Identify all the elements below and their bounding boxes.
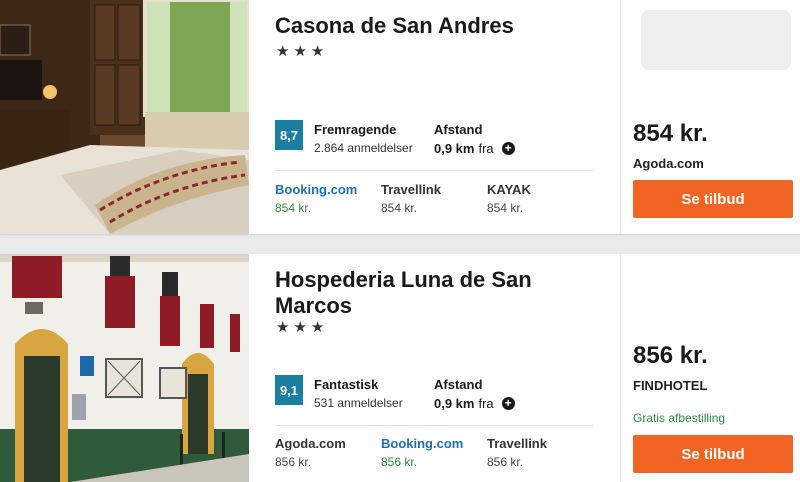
distance-label: Afstand <box>434 377 483 392</box>
rating-label: Fremragende <box>314 122 397 137</box>
price-panel: 856 kr. FINDHOTEL Gratis afbestilling Se… <box>621 254 800 482</box>
provider-price: 854 kr. <box>487 201 524 215</box>
price-panel: 854 kr. Agoda.com Se tilbud <box>621 0 800 234</box>
distance-value: 0,9 km fra + <box>434 141 515 156</box>
distance-value: 0,9 km fra + <box>434 396 515 411</box>
score-badge: 9,1 <box>275 375 303 405</box>
provider-name[interactable]: Agoda.com <box>275 436 375 451</box>
rating-label: Fantastisk <box>314 377 379 392</box>
provider-price: 854 kr. <box>381 201 418 215</box>
plus-circle-icon[interactable]: + <box>501 397 515 410</box>
provider-travellink[interactable]: Travellink 854 kr. <box>381 182 481 215</box>
provider-kayak[interactable]: KAYAK 854 kr. <box>487 182 587 215</box>
plus-circle-icon[interactable]: + <box>501 142 515 155</box>
see-offer-button[interactable]: Se tilbud <box>633 180 793 218</box>
hotel-card: Hospederia Luna de San Marcos ★★★ 9,1 Fa… <box>0 254 800 482</box>
free-cancellation-note: Gratis afbestilling <box>633 411 726 425</box>
provider-price: 856 kr. <box>381 455 418 469</box>
best-price: 856 kr. <box>633 342 708 369</box>
provider-price: 856 kr. <box>487 455 524 469</box>
hotel-info: Hospederia Luna de San Marcos ★★★ 9,1 Fa… <box>249 254 620 482</box>
hotel-room-photo[interactable] <box>0 0 249 234</box>
provider-booking[interactable]: Booking.com 854 kr. <box>275 182 375 215</box>
hotel-facade-photo[interactable] <box>0 254 249 482</box>
hotel-name[interactable]: Casona de San Andres <box>275 13 575 39</box>
provider-name[interactable]: Booking.com <box>381 436 481 451</box>
divider <box>275 170 593 171</box>
provider-agoda[interactable]: Agoda.com 856 kr. <box>275 436 375 469</box>
distance-label: Afstand <box>434 122 483 137</box>
star-rating: ★★★ <box>276 319 329 336</box>
divider <box>275 425 593 426</box>
hotel-card: Casona de San Andres ★★★ 8,7 Fremragende… <box>0 0 800 234</box>
distance-km: 0,9 km <box>434 396 475 411</box>
hotel-name[interactable]: Hospederia Luna de San Marcos <box>275 267 575 319</box>
provider-booking[interactable]: Booking.com 856 kr. <box>381 436 481 469</box>
review-count[interactable]: 2.864 anmeldelser <box>314 141 413 155</box>
provider-name[interactable]: Travellink <box>381 182 481 197</box>
provider-name[interactable]: Travellink <box>487 436 587 451</box>
provider-name[interactable]: Booking.com <box>275 182 375 197</box>
provider-name[interactable]: KAYAK <box>487 182 587 197</box>
distance-suffix: fra <box>478 396 494 411</box>
see-offer-button[interactable]: Se tilbud <box>633 435 793 473</box>
review-count[interactable]: 531 anmeldelser <box>314 396 403 410</box>
best-price-source: FINDHOTEL <box>633 378 708 393</box>
best-price: 854 kr. <box>633 120 708 147</box>
distance-suffix: fra <box>478 141 494 156</box>
provider-price: 854 kr. <box>275 201 312 215</box>
provider-travellink[interactable]: Travellink 856 kr. <box>487 436 587 469</box>
star-rating: ★★★ <box>276 43 329 60</box>
distance-km: 0,9 km <box>434 141 475 156</box>
hotel-info: Casona de San Andres ★★★ 8,7 Fremragende… <box>249 0 620 234</box>
watermark-icon <box>641 10 791 70</box>
provider-price: 856 kr. <box>275 455 312 469</box>
best-price-source: Agoda.com <box>633 156 704 171</box>
score-badge: 8,7 <box>275 120 303 150</box>
